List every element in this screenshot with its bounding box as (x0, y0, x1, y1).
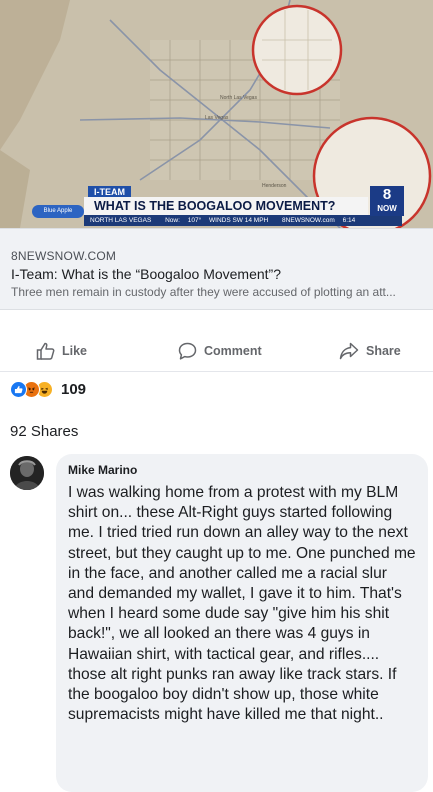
share-arrow-icon (339, 342, 359, 360)
chyron-location: NORTH LAS VEGAS (90, 217, 152, 224)
comment-icon (178, 342, 197, 360)
comment-label: Comment (204, 344, 262, 358)
weather-now-label: Now: (165, 217, 180, 224)
comment-text: I was walking home from a protest with m… (68, 484, 416, 724)
preview-site: 8NEWSNOW.COM (11, 249, 117, 263)
shares-count[interactable]: 92 Shares (10, 423, 78, 440)
comment-button[interactable]: Comment (178, 342, 262, 360)
sponsor-badge: Blue Apple (32, 205, 84, 218)
comment-bubble: Mike Marino I was walking home from a pr… (56, 454, 428, 792)
reaction-summary[interactable]: 109 (10, 378, 86, 400)
share-label: Share (366, 344, 401, 358)
weather-temp: 107° (187, 217, 202, 224)
link-preview[interactable]: 8NEWSNOW.COM I-Team: What is the “Boogal… (0, 228, 433, 310)
wind-info: WINDS SW 14 MPH (209, 217, 269, 224)
thumbs-up-icon (36, 342, 55, 360)
chyron-site: 8NEWSNOW.com (282, 217, 335, 224)
map-label-henderson: Henderson (262, 183, 287, 189)
avatar-image (10, 456, 44, 490)
action-bar: Like Comment Share (0, 330, 433, 372)
like-button[interactable]: Like (36, 342, 87, 360)
chyron-headline: WHAT IS THE BOOGALOO MOVEMENT? (84, 197, 368, 215)
map-image (0, 0, 433, 228)
like-label: Like (62, 344, 88, 358)
news-thumbnail[interactable]: North Las Vegas Las Vegas Henderson Blue… (0, 0, 433, 228)
avatar[interactable] (10, 456, 44, 490)
comment-author[interactable]: Mike Marino (68, 463, 416, 477)
map-label-las-vegas: Las Vegas (205, 115, 229, 121)
preview-title[interactable]: I-Team: What is the “Boogaloo Movement”? (11, 266, 281, 282)
map-label-north-las-vegas: North Las Vegas (220, 95, 257, 101)
share-button[interactable]: Share (339, 342, 401, 360)
preview-description: Three men remain in custody after they w… (11, 285, 396, 299)
like-icon (10, 380, 27, 398)
reaction-count: 109 (61, 380, 87, 398)
chyron-ticker: NORTH LAS VEGAS Now: 107° WINDS SW 14 MP… (84, 215, 402, 226)
chyron-time: 6:14 (342, 217, 356, 224)
station-logo: 8 NOW (370, 186, 404, 216)
